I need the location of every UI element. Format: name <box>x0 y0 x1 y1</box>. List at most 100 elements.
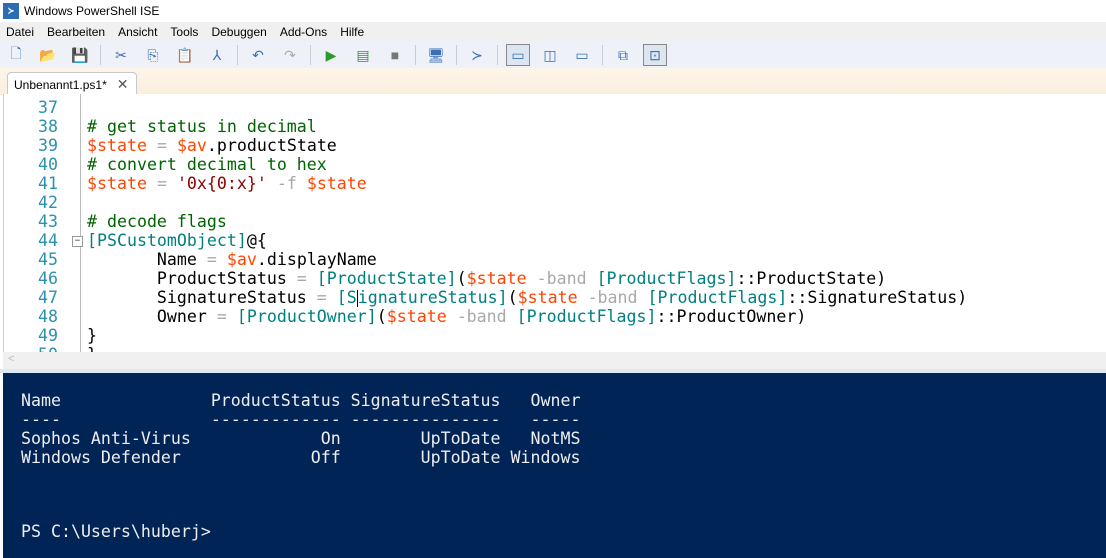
menu-bearbeiten[interactable]: Bearbeiten <box>41 25 112 39</box>
title-bar: ≻ Windows PowerShell ISE <box>0 0 1106 22</box>
code-line: 48 Owner = [ProductOwner]($state -band [… <box>4 307 806 326</box>
toolbar-separator <box>415 45 416 65</box>
line-number: 49 <box>38 326 58 345</box>
code-line: 45 Name = $av.displayName <box>4 250 377 269</box>
collapse-region-icon[interactable]: − <box>72 236 83 247</box>
token-type: [ProductState] <box>316 269 457 288</box>
toolbar-separator <box>602 45 603 65</box>
token-plain: SignatureStatus <box>87 288 307 307</box>
token-plain: ( <box>376 307 387 326</box>
undo-button[interactable]: ↶ <box>246 44 270 66</box>
script-pane-right-icon: ◫ <box>543 46 557 63</box>
cut-button[interactable]: ✂ <box>109 44 133 66</box>
code-line: 49} <box>4 326 97 345</box>
run-script-button[interactable]: ▶ <box>319 44 343 66</box>
powershell-console-button[interactable]: ≻ <box>465 44 489 66</box>
run-selection-button[interactable]: ▤ <box>351 44 375 66</box>
stop-button[interactable]: ■ <box>383 44 407 66</box>
console-output-line: Sophos Anti-Virus On UpToDate NotMS <box>21 429 581 448</box>
menu-hilfe[interactable]: Hilfe <box>334 25 371 39</box>
line-number: 44 <box>38 231 58 250</box>
horizontal-scrollbar[interactable]: < <box>3 352 1106 369</box>
token-var: $av <box>176 136 207 155</box>
new-file-button[interactable]: 🗋 <box>4 44 28 66</box>
window-title: Windows PowerShell ISE <box>24 4 160 18</box>
toolbar-separator <box>237 45 238 65</box>
code-text: } <box>87 326 97 345</box>
remote-powershell-button[interactable]: 🖥 <box>424 44 448 66</box>
clear-console-button[interactable]: ⅄ <box>205 44 229 66</box>
line-number: 39 <box>38 136 58 155</box>
token-type: [S <box>336 288 357 307</box>
powershell-icon: ≻ <box>3 3 19 19</box>
code-text: } <box>87 345 97 352</box>
console-pane[interactable]: Name ProductStatus SignatureStatus Owner… <box>3 373 1106 558</box>
scroll-left-icon[interactable]: < <box>8 353 14 365</box>
show-command-addon-icon: ⧉ <box>618 46 628 63</box>
script-editor[interactable]: 37 38 # get status in decimal 39 $state = $a… <box>3 94 1106 352</box>
token-plain: ProductStatus <box>87 269 287 288</box>
line-number: 43 <box>38 212 58 231</box>
token-plain: } <box>87 345 97 352</box>
code-text: [PSCustomObject]@{ <box>87 231 267 250</box>
token-plain: .displayName <box>256 250 377 269</box>
token-plain: ( <box>507 288 518 307</box>
menu-ansicht[interactable]: Ansicht <box>112 25 164 39</box>
token-op: -band <box>446 307 517 326</box>
line-number: 47 <box>38 288 58 307</box>
paste-button[interactable]: 📋 <box>173 44 197 66</box>
code-text: $state = '0x{0:x}' -f $state <box>87 174 367 193</box>
menu-tools[interactable]: Tools <box>164 25 205 39</box>
line-number: 50 <box>4 345 58 352</box>
token-var: $state <box>87 136 147 155</box>
line-number: 45 <box>38 250 58 269</box>
close-tab-icon[interactable]: ✕ <box>117 76 129 93</box>
console-output-line: Name ProductStatus SignatureStatus Owner <box>21 391 581 410</box>
token-op: = <box>206 307 237 326</box>
token-op: -band <box>577 288 648 307</box>
line-number: 41 <box>38 174 58 193</box>
token-op: -band <box>526 269 597 288</box>
undo-icon: ↶ <box>252 46 264 63</box>
code-text: # convert decimal to hex <box>87 155 327 174</box>
code-line: 50} <box>4 345 97 352</box>
cut-icon: ✂ <box>115 46 127 63</box>
clear-console-icon: ⅄ <box>212 46 222 63</box>
show-command-window-button[interactable]: ⊡ <box>643 44 667 66</box>
code-text: SignatureStatus = [SignatureStatus]($sta… <box>87 288 967 307</box>
save-button[interactable]: 💾 <box>68 44 92 66</box>
toolbar-separator <box>100 45 101 65</box>
toolbar-separator <box>456 45 457 65</box>
run-selection-icon: ▤ <box>356 46 370 63</box>
console-prompt[interactable]: PS C:\Users\huberj> <box>21 522 211 541</box>
redo-button[interactable]: ↷ <box>278 44 302 66</box>
script-pane-maximized-button[interactable]: ▭ <box>570 44 594 66</box>
menu-debuggen[interactable]: Debuggen <box>205 25 273 39</box>
code-line: 38 # get status in decimal <box>4 117 317 136</box>
open-folder-button[interactable]: 📂 <box>36 44 60 66</box>
stop-icon: ■ <box>390 47 400 63</box>
menu-datei[interactable]: Datei <box>0 25 41 39</box>
token-var: $av <box>226 250 257 269</box>
script-pane-right-button[interactable]: ◫ <box>538 44 562 66</box>
fold-gutter-line <box>80 94 81 352</box>
tab-unbenannt1[interactable]: Unbenannt1.ps1* ✕ <box>7 72 137 96</box>
token-type: [PSCustomObject] <box>87 231 247 250</box>
code-line: 41 $state = '0x{0:x}' -f $state <box>4 174 367 193</box>
copy-button[interactable]: ⎘ <box>141 44 165 66</box>
token-plain: Owner <box>87 307 207 326</box>
console-output-line: ---- ------------- --------------- ----- <box>21 410 581 429</box>
copy-icon: ⎘ <box>147 46 159 63</box>
token-var: $state <box>386 307 447 326</box>
token-var: $state <box>517 288 578 307</box>
code-line: 47 SignatureStatus = [SignatureStatus]($… <box>4 288 967 307</box>
token-var: $state <box>466 269 527 288</box>
code-line: 46 ProductStatus = [ProductState]($state… <box>4 269 886 288</box>
show-command-addon-button[interactable]: ⧉ <box>611 44 635 66</box>
menu-add-ons[interactable]: Add-Ons <box>274 25 334 39</box>
script-pane-top-button[interactable]: ▭ <box>506 44 530 66</box>
save-icon: 💾 <box>71 46 89 63</box>
token-comment: # decode flags <box>87 212 227 231</box>
code-text: # decode flags <box>87 212 227 231</box>
token-type: [ProductFlags] <box>647 288 788 307</box>
